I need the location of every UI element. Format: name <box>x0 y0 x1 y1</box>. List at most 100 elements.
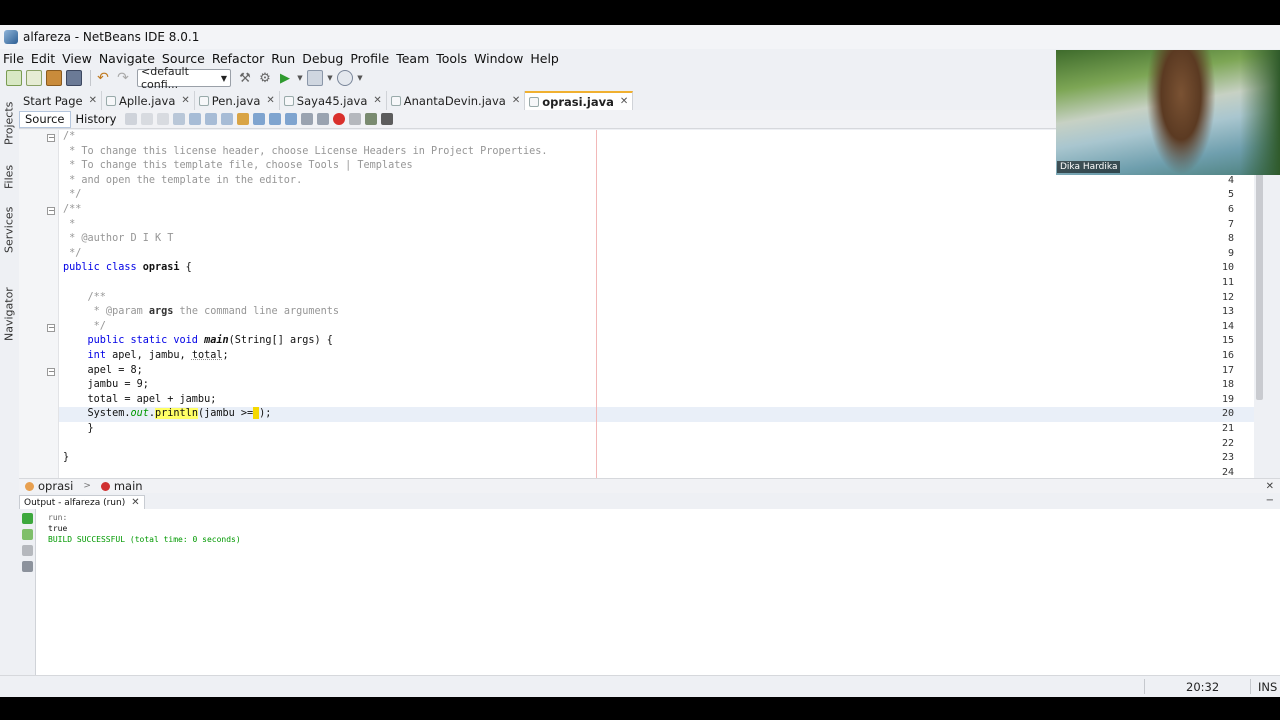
code-token: apel, jambu, <box>105 350 192 361</box>
minimize-icon[interactable]: − <box>1266 495 1274 506</box>
close-icon[interactable]: ✕ <box>181 95 189 106</box>
menu-tools[interactable]: Tools <box>435 51 468 66</box>
line-number: 8 <box>1227 233 1234 245</box>
status-separator <box>1144 679 1145 694</box>
previous-bookmark-icon[interactable] <box>253 113 266 125</box>
start-macro-icon[interactable] <box>333 113 346 125</box>
fold-toggle-icon[interactable]: − <box>47 207 55 215</box>
main-toolbar: ↶ ↷ <default confi... ▼ ⚒ ⚙ ▶ ▼ ▼ ▼ <box>0 65 1060 91</box>
code-line-20: System.out.println(jambu >=); <box>63 407 271 422</box>
redo-icon[interactable]: ↷ <box>115 70 131 86</box>
side-tab-projects[interactable]: Projects <box>1 95 17 145</box>
tab-saya45-java[interactable]: Saya45.java ✕ <box>280 91 387 110</box>
shift-left-icon[interactable] <box>301 113 314 125</box>
build-icon[interactable]: ⚙ <box>257 70 273 86</box>
code-line-18: jambu = 9; <box>63 379 149 391</box>
fold-toggle-icon[interactable]: − <box>47 324 55 332</box>
code-token: public static void <box>63 335 205 347</box>
close-icon[interactable]: ✕ <box>512 95 520 106</box>
close-icon[interactable]: ✕ <box>620 96 628 107</box>
menu-edit[interactable]: Edit <box>30 51 56 66</box>
code-line-10: public class oprasi { <box>63 261 192 276</box>
close-icon[interactable]: ✕ <box>373 95 381 106</box>
settings-icon[interactable] <box>22 561 33 572</box>
tab-start-page[interactable]: Start Page ✕ <box>19 91 102 110</box>
shift-right-icon[interactable] <box>317 113 330 125</box>
editor-scrollbar[interactable] <box>1254 130 1280 478</box>
next-bookmark-icon[interactable] <box>269 113 282 125</box>
rerun-with-options-icon[interactable] <box>22 529 33 540</box>
toggle-bookmark-icon[interactable] <box>285 113 298 125</box>
save-all-icon[interactable] <box>66 70 82 86</box>
history-view-button[interactable]: History <box>71 111 122 128</box>
rerun-icon[interactable] <box>22 513 33 524</box>
side-tab-navigator[interactable]: Navigator <box>1 275 17 341</box>
side-tab-files[interactable]: Files <box>1 155 17 189</box>
new-file-icon[interactable] <box>26 70 42 86</box>
comment-icon[interactable] <box>365 113 378 125</box>
tab-oprasi-java[interactable]: oprasi.java ✕ <box>525 91 634 110</box>
menu-run[interactable]: Run <box>270 51 296 66</box>
open-project-icon[interactable] <box>46 70 62 86</box>
close-icon[interactable]: ✕ <box>266 95 274 106</box>
run-dropdown-icon[interactable]: ▼ <box>297 70 303 86</box>
menu-source[interactable]: Source <box>161 51 206 66</box>
profile-icon[interactable] <box>337 70 353 86</box>
chevron-down-icon: ▼ <box>220 73 227 83</box>
undo-icon[interactable]: ↶ <box>95 70 111 86</box>
code-token: (jambu >= <box>197 408 254 420</box>
output-console[interactable]: run: true BUILD SUCCESSFUL (total time: … <box>36 509 1280 675</box>
new-project-icon[interactable] <box>6 70 22 86</box>
insert-mode: INS <box>1258 680 1278 694</box>
close-icon[interactable]: ✕ <box>131 497 139 508</box>
output-tab[interactable]: Output - alfareza (run) ✕ <box>19 495 145 509</box>
menu-profile[interactable]: Profile <box>349 51 390 66</box>
netbeans-window: alfareza - NetBeans IDE 8.0.1 File Edit … <box>0 25 1280 697</box>
menu-view[interactable]: View <box>61 51 93 66</box>
debug-dropdown-icon[interactable]: ▼ <box>327 70 333 86</box>
breadcrumb-class[interactable]: oprasi <box>25 479 73 493</box>
menu-file[interactable]: File <box>2 51 25 66</box>
last-edit-icon[interactable] <box>125 113 138 125</box>
stop-icon[interactable] <box>22 545 33 556</box>
close-icon[interactable]: ✕ <box>89 95 97 106</box>
debug-icon[interactable] <box>307 70 323 86</box>
tab-pen-java[interactable]: Pen.java ✕ <box>195 91 280 110</box>
close-icon[interactable]: ✕ <box>1266 481 1274 492</box>
configuration-select[interactable]: <default confi... ▼ <box>137 65 231 91</box>
tab-aplle-java[interactable]: Aplle.java ✕ <box>102 91 195 110</box>
clean-build-icon[interactable]: ⚒ <box>237 70 253 86</box>
toggle-highlight-icon[interactable] <box>237 113 250 125</box>
source-view-button[interactable]: Source <box>19 110 71 128</box>
scrollbar-thumb[interactable] <box>1256 170 1263 400</box>
find-selection-icon[interactable] <box>221 113 234 125</box>
line-number: 7 <box>1227 218 1234 230</box>
back-icon[interactable] <box>141 113 154 125</box>
find-next-icon[interactable] <box>205 113 218 125</box>
stop-macro-icon[interactable] <box>349 113 362 125</box>
code-line-15: public static void main(String[] args) { <box>63 334 333 349</box>
side-window-strip: Projects Files Services Navigator <box>0 89 18 469</box>
menu-navigate[interactable]: Navigate <box>98 51 156 66</box>
code-editor[interactable]: 123456789101112131415161718192021222324 … <box>19 130 1254 478</box>
menu-debug[interactable]: Debug <box>301 51 344 66</box>
tab-label: Pen.java <box>211 93 261 108</box>
find-icon[interactable] <box>173 113 186 125</box>
menu-refactor[interactable]: Refactor <box>211 51 265 66</box>
run-icon[interactable]: ▶ <box>277 70 293 86</box>
side-tab-services[interactable]: Services <box>1 197 17 253</box>
menu-team[interactable]: Team <box>395 51 430 66</box>
menu-help[interactable]: Help <box>529 51 560 66</box>
menu-window[interactable]: Window <box>473 51 524 66</box>
fold-toggle-icon[interactable]: − <box>47 134 55 142</box>
uncomment-icon[interactable] <box>381 113 394 125</box>
line-number: 12 <box>1221 291 1234 303</box>
forward-icon[interactable] <box>157 113 170 125</box>
breadcrumb-method[interactable]: main <box>100 479 143 493</box>
tab-label: AnantaDevin.java <box>403 93 506 108</box>
profile-dropdown-icon[interactable]: ▼ <box>357 70 363 86</box>
tab-anantadevin-java[interactable]: AnantaDevin.java ✕ <box>387 91 526 110</box>
fold-toggle-icon[interactable]: − <box>47 368 55 376</box>
output-line: BUILD SUCCESSFUL (total time: 0 seconds) <box>48 535 241 544</box>
find-previous-icon[interactable] <box>189 113 202 125</box>
